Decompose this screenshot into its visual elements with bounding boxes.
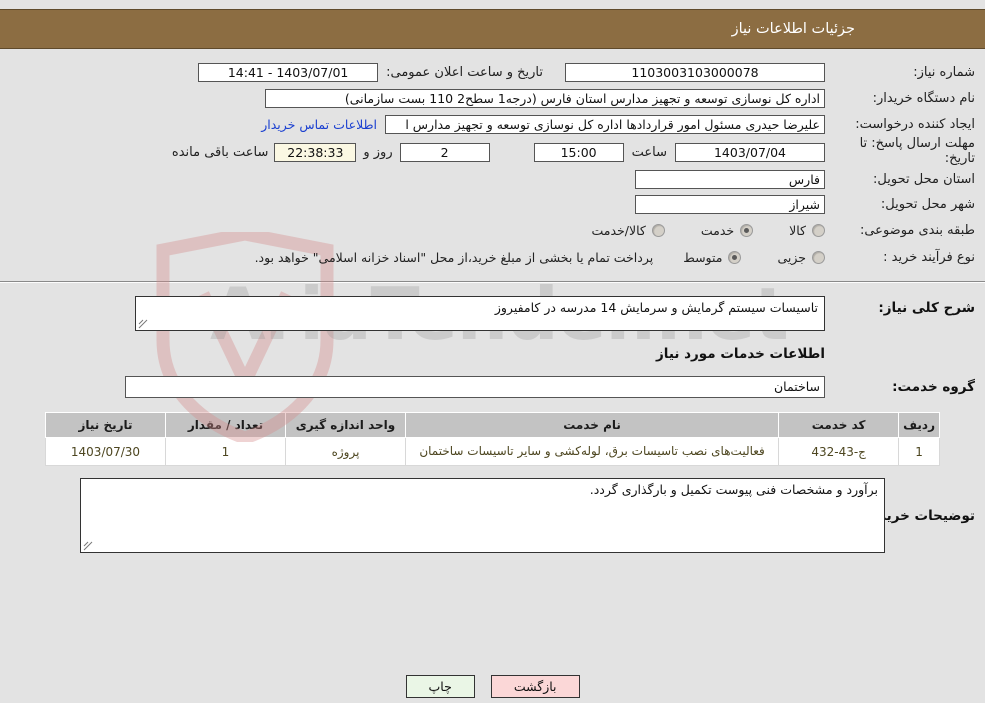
deadline-time-value: 15:00 [533, 142, 624, 162]
col-code: کد خدمت [778, 412, 900, 438]
radio-kala-khedmat-icon[interactable] [651, 223, 665, 237]
table-row: 1 ج-43-432 فعالیت‌های نصب تاسیسات برق، ل… [45, 436, 940, 467]
deadline-date-value: 1403/07/04 [675, 142, 825, 162]
row-category: طبقه بندی موضوعی: کالا خدمت کالا/خدمت [0, 217, 985, 243]
back-button[interactable]: بازگشت [490, 675, 580, 698]
process-option-jozi[interactable]: جزیی [777, 250, 825, 265]
category-option-khedmat[interactable]: خدمت [700, 222, 754, 238]
deadline-label-text: مهلت ارسال پاسخ: تا تاریخ: [859, 136, 975, 166]
announce-label: تاریخ و ساعت اعلان عمومی: [386, 64, 543, 80]
deadline-time-label: ساعت [631, 144, 667, 160]
row-deadline: مهلت ارسال پاسخ: تا تاریخ: 1403/07/04 سا… [0, 136, 985, 167]
resize-grip-icon [83, 542, 93, 551]
requester-label: ایجاد کننده درخواست: [855, 116, 975, 132]
cell-name: فعالیت‌های نصب تاسیسات برق، لوله‌کشی و س… [404, 436, 780, 467]
services-section-title: اطلاعات خدمات مورد نیاز [655, 346, 825, 362]
cell-unit: پروژه [285, 436, 406, 467]
city-value: شیراز [635, 195, 825, 214]
print-button[interactable]: چاپ [405, 675, 475, 698]
category-option-kala-khedmat-label: کالا/خدمت [591, 222, 646, 238]
need-summary-label: شرح کلی نیاز: [878, 300, 975, 316]
col-quantity: تعداد / مقدار [165, 412, 286, 438]
buyer-org-value: اداره کل نوسازی توسعه و تجهیز مدارس استا… [265, 88, 825, 108]
cell-index: 1 [898, 436, 940, 467]
process-label: نوع فرآیند خرید : [883, 249, 975, 265]
col-date: تاریخ نیاز [45, 412, 166, 438]
city-label: شهر محل تحویل: [880, 197, 975, 212]
buyer-notes-value[interactable]: برآورد و مشخصات فنی پیوست تکمیل و بارگذا… [80, 478, 885, 554]
remaining-suffix-label: ساعت باقی مانده [171, 144, 269, 160]
cell-code: ج-43-432 [778, 436, 900, 467]
buyer-contact-link[interactable]: اطلاعات تماس خریدار [261, 117, 385, 132]
resize-grip-icon [138, 319, 148, 329]
remaining-days-label: روز و [363, 144, 393, 160]
radio-motevaset-icon[interactable] [728, 250, 742, 264]
row-process-type: نوع فرآیند خرید : جزیی متوسط پرداخت تمام… [0, 243, 985, 271]
buyer-notes-panel: توضیحات خریدار: برآورد و مشخصات فنی پیوس… [0, 466, 985, 554]
need-info-panel: شماره نیاز: 1103003103000078 تاریخ و ساع… [0, 49, 985, 271]
buyer-notes-label: توضیحات خریدار: [861, 507, 975, 524]
category-option-kala-khedmat[interactable]: کالا/خدمت [591, 222, 665, 238]
requester-value: علیرضا حیدری مسئول امور قراردادها اداره … [385, 114, 825, 134]
need-number-value: 1103003103000078 [565, 62, 825, 82]
category-option-kala-label: کالا [789, 222, 806, 238]
table-header-row: ردیف کد خدمت نام خدمت واحد اندازه گیری ت… [45, 412, 940, 438]
payment-note: پرداخت تمام یا بخشی از مبلغ خرید،از محل … [254, 249, 654, 265]
row-requester: ایجاد کننده درخواست: علیرضا حیدری مسئول … [0, 111, 985, 137]
radio-khedmat-icon[interactable] [740, 223, 754, 237]
row-buyer-org: نام دستگاه خریدار: اداره کل نوسازی توسعه… [0, 85, 985, 111]
radio-jozi-icon[interactable] [812, 250, 825, 264]
announce-value: 1403/07/01 - 14:41 [198, 62, 379, 82]
service-group-label: گروه خدمت: [892, 379, 975, 395]
page-title: جزئیات اطلاعات نیاز [731, 21, 855, 37]
remaining-countdown-value: 22:38:33 [274, 142, 357, 162]
col-index: ردیف [898, 412, 940, 438]
process-option-motevaset[interactable]: متوسط [683, 249, 742, 265]
services-panel: اطلاعات خدمات مورد نیاز گروه خدمت: ساختم… [0, 331, 985, 398]
col-name: نام خدمت [404, 412, 780, 438]
services-table: ردیف کد خدمت نام خدمت واحد اندازه گیری ت… [45, 412, 940, 467]
cell-date: 1403/07/30 [45, 436, 166, 467]
province-value: فارس [635, 170, 825, 189]
col-unit: واحد اندازه گیری [285, 412, 406, 438]
need-summary-panel: شرح کلی نیاز: تاسیسات سیستم گرمایش و سرم… [0, 283, 985, 331]
services-table-wrap: ردیف کد خدمت نام خدمت واحد اندازه گیری ت… [0, 398, 985, 467]
cell-quantity: 1 [165, 436, 286, 467]
row-city: شهر محل تحویل: شیراز [0, 192, 985, 217]
category-label: طبقه بندی موضوعی: [859, 222, 975, 238]
process-option-motevaset-label: متوسط [683, 249, 723, 265]
category-option-khedmat-label: خدمت [700, 222, 735, 238]
deadline-label: مهلت ارسال پاسخ: تا تاریخ: [825, 136, 985, 167]
category-option-kala[interactable]: کالا [789, 223, 825, 238]
need-summary-text: تاسیسات سیستم گرمایش و سرمایش 14 مدرسه د… [494, 300, 818, 315]
service-group-value: ساختمان [125, 376, 825, 398]
buyer-org-label: نام دستگاه خریدار: [872, 90, 975, 106]
radio-kala-icon[interactable] [812, 223, 825, 237]
remaining-days-value: 2 [399, 142, 490, 162]
province-label: استان محل تحویل: [873, 172, 975, 187]
row-need-number: شماره نیاز: 1103003103000078 تاریخ و ساع… [0, 59, 985, 85]
buyer-notes-text: برآورد و مشخصات فنی پیوست تکمیل و بارگذا… [589, 482, 878, 498]
page-header: جزئیات اطلاعات نیاز [0, 9, 985, 49]
need-summary-value: تاسیسات سیستم گرمایش و سرمایش 14 مدرسه د… [135, 296, 825, 331]
row-province: استان محل تحویل: فارس [0, 167, 985, 192]
footer-actions: بازگشت چاپ [0, 675, 985, 698]
need-number-label: شماره نیاز: [913, 64, 975, 80]
process-option-jozi-label: جزیی [777, 249, 806, 265]
